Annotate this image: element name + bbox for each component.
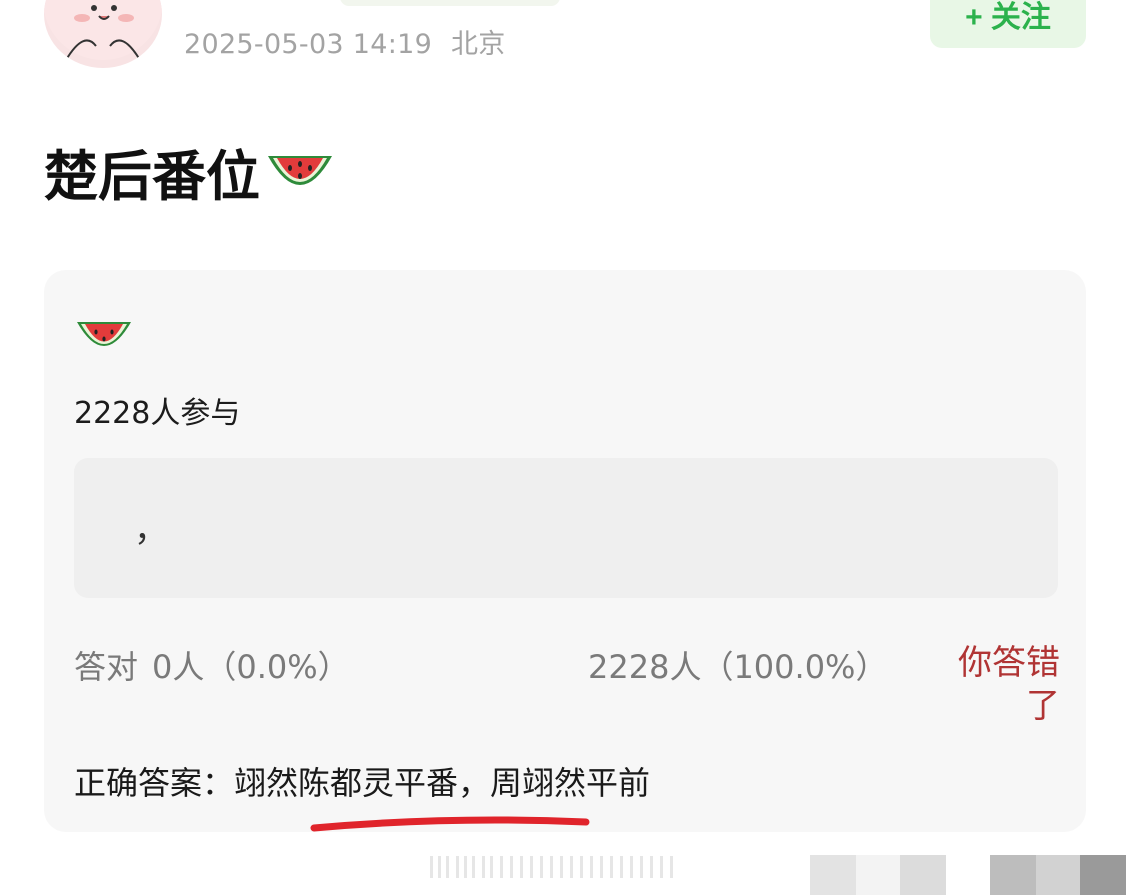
participants-count: 2228人参与 [74, 396, 241, 431]
correct-count: 0人（0.0%） [152, 648, 350, 686]
follow-button[interactable]: + 关注 [930, 0, 1086, 48]
result-text: 你答错了 [958, 643, 1060, 726]
correct-stat: 答对 0人（0.0%） [74, 642, 364, 688]
watermark-block [810, 855, 856, 895]
red-underline-annotation [310, 816, 590, 832]
avatar[interactable] [44, 0, 162, 68]
post-title: 楚后番位 [44, 132, 336, 211]
username-placeholder [340, 0, 560, 6]
watermark-block [990, 855, 1036, 895]
post-location: 北京 [451, 29, 506, 60]
answer-label: 正确答案： [74, 764, 235, 802]
watermark-block [856, 855, 900, 895]
wrong-count: 2228人（100.0%） [588, 648, 888, 686]
watermelon-icon [77, 322, 131, 346]
poll-card: 2228人参与 ， 答对 0人（0.0%） 2228人（100.0%） 你答错了 … [44, 270, 1086, 832]
answer-text: 翊然陈都灵平番，周翊然平前 [234, 764, 651, 802]
correct-label: 答对 [74, 648, 139, 686]
watermelon-icon [268, 155, 332, 185]
post-title-text: 楚后番位 [44, 145, 260, 208]
post-date: 2025-05-03 14:19 [184, 29, 433, 60]
poll-option[interactable]: ， [74, 458, 1058, 598]
poll-option-text: ， [134, 510, 168, 550]
cartoon-avatar-icon [44, 0, 162, 61]
post-meta: 2025-05-03 14:19 北京 [184, 22, 516, 61]
watermark-block [1080, 855, 1126, 895]
correct-answer: 正确答案：翊然陈都灵平番，周翊然平前 [74, 758, 650, 804]
watermark [430, 856, 673, 878]
watermark-block [900, 855, 946, 895]
watermark-block [1036, 855, 1080, 895]
